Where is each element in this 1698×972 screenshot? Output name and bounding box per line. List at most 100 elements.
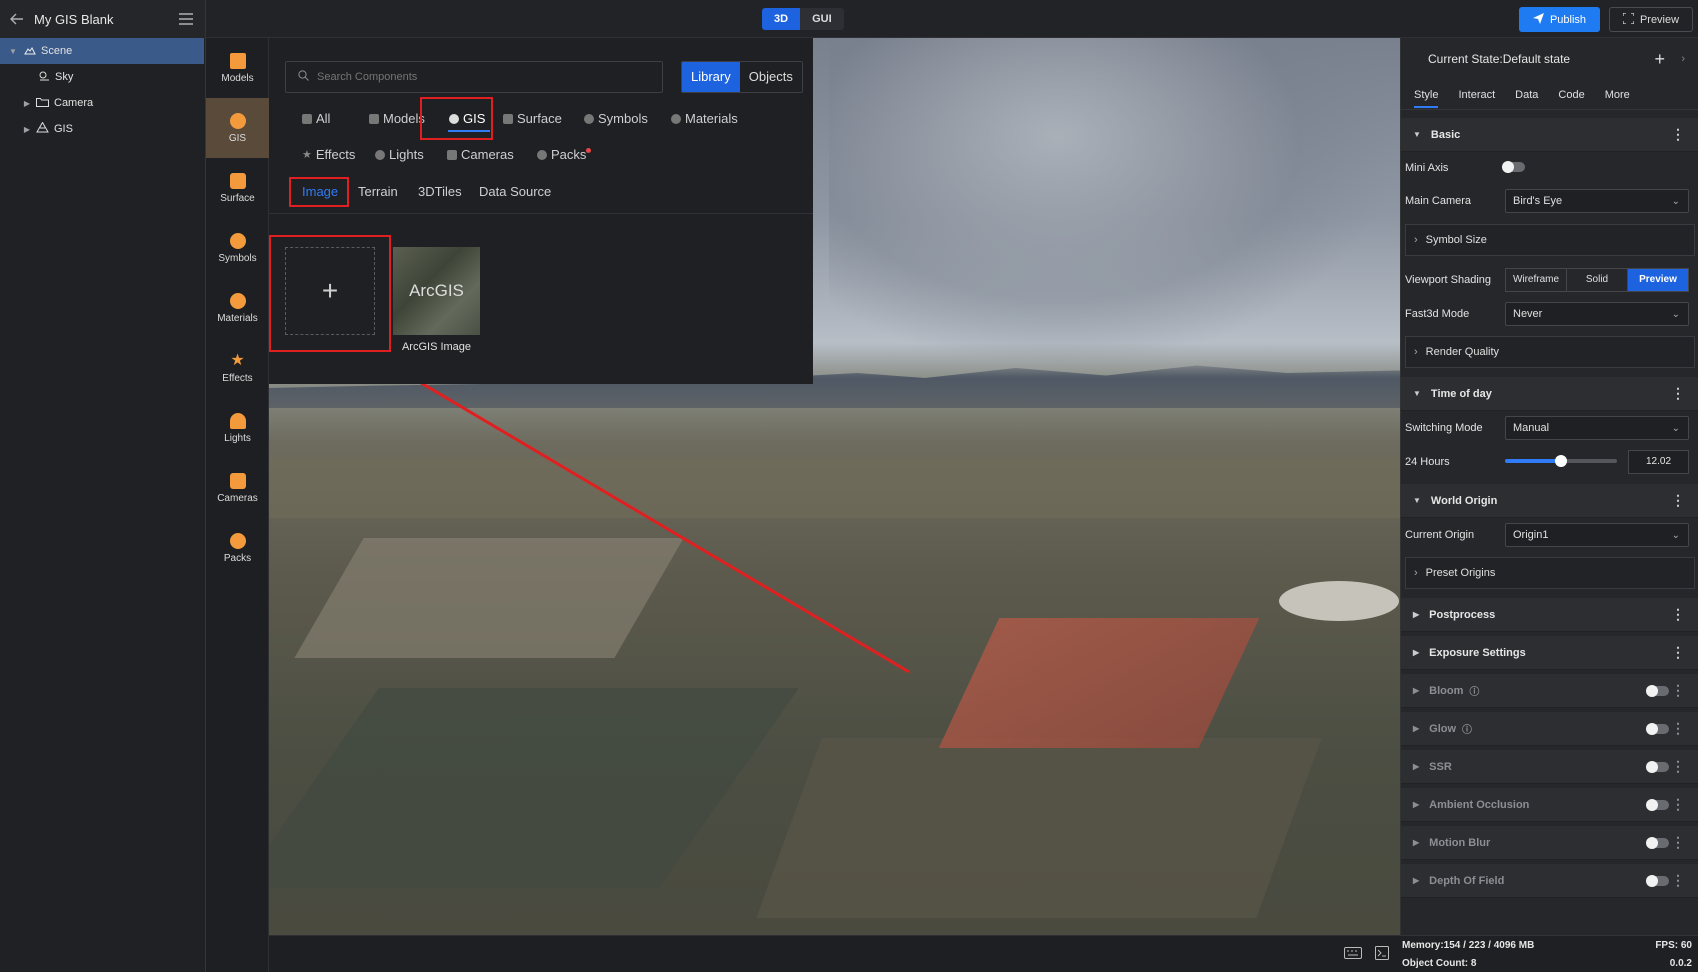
fast3d-select[interactable]: Never ⌄: [1505, 302, 1689, 326]
subtab-terrain[interactable]: Terrain: [358, 184, 398, 199]
ambient-occlusion-toggle[interactable]: [1646, 799, 1669, 811]
motion-blur-toggle[interactable]: [1646, 837, 1669, 849]
hours-slider-thumb[interactable]: [1555, 455, 1567, 467]
section-basic[interactable]: ▼ Basic ⋮: [1401, 118, 1698, 152]
more-vertical-icon[interactable]: ⋮: [1671, 492, 1685, 509]
rail-gis[interactable]: GIS: [206, 98, 269, 158]
category-cameras[interactable]: Cameras: [447, 147, 514, 162]
category-surface[interactable]: Surface: [503, 111, 562, 126]
collapsed-caret-icon[interactable]: ▶: [22, 125, 32, 134]
category-packs[interactable]: Packs: [537, 147, 592, 162]
render-quality-group[interactable]: › Render Quality: [1405, 336, 1695, 368]
preset-origins-group[interactable]: › Preset Origins: [1405, 557, 1695, 589]
chevron-right-icon[interactable]: ›: [1681, 53, 1685, 65]
more-vertical-icon[interactable]: ⋮: [1671, 796, 1685, 813]
section-bloom[interactable]: ▶ Bloom ⓘ ⋮: [1401, 674, 1698, 708]
tree-item-scene[interactable]: ▼ Scene: [0, 38, 204, 64]
section-ssr[interactable]: ▶ SSR ⋮: [1401, 750, 1698, 784]
current-origin-select[interactable]: Origin1 ⌄: [1505, 523, 1689, 547]
more-vertical-icon[interactable]: ⋮: [1671, 834, 1685, 851]
more-vertical-icon[interactable]: ⋮: [1671, 758, 1685, 775]
bloom-toggle[interactable]: [1646, 685, 1669, 697]
search-field[interactable]: [285, 61, 663, 93]
section-postprocess[interactable]: ▶ Postprocess ⋮: [1401, 598, 1698, 632]
rail-lights[interactable]: Lights: [206, 398, 269, 458]
main-camera-select[interactable]: Bird's Eye ⌄: [1505, 189, 1689, 213]
search-input[interactable]: [317, 71, 637, 83]
expanded-caret-icon: ▼: [1413, 496, 1421, 505]
keyboard-icon[interactable]: [1344, 947, 1362, 962]
back-arrow-icon[interactable]: [10, 13, 24, 25]
switching-mode-select[interactable]: Manual ⌄: [1505, 416, 1689, 440]
tab-style[interactable]: Style: [1414, 89, 1439, 108]
project-title: My GIS Blank: [34, 11, 114, 27]
help-icon[interactable]: ⓘ: [1469, 683, 1479, 698]
more-vertical-icon[interactable]: ⋮: [1671, 682, 1685, 699]
terrain-field: [294, 538, 684, 658]
rail-materials[interactable]: Materials: [206, 278, 269, 338]
more-vertical-icon[interactable]: ⋮: [1671, 606, 1685, 623]
shading-wireframe[interactable]: Wireframe: [1506, 269, 1567, 291]
collapsed-caret-icon: ▶: [1413, 724, 1420, 733]
category-lights[interactable]: Lights: [375, 147, 424, 162]
section-motion-blur[interactable]: ▶ Motion Blur ⋮: [1401, 826, 1698, 860]
mini-axis-toggle[interactable]: [1502, 161, 1525, 173]
section-time-of-day[interactable]: ▼ Time of day ⋮: [1401, 377, 1698, 411]
more-vertical-icon[interactable]: ⋮: [1671, 126, 1685, 143]
more-vertical-icon[interactable]: ⋮: [1671, 644, 1685, 661]
add-state-icon[interactable]: +: [1654, 49, 1665, 70]
publish-button[interactable]: Publish: [1519, 7, 1600, 32]
tab-more[interactable]: More: [1605, 89, 1630, 101]
ssr-toggle[interactable]: [1646, 761, 1669, 773]
tab-interact[interactable]: Interact: [1458, 89, 1495, 101]
rail-surface[interactable]: Surface: [206, 158, 269, 218]
rail-models[interactable]: Models: [206, 38, 269, 98]
category-all[interactable]: All: [302, 111, 330, 126]
terminal-icon[interactable]: [1375, 946, 1389, 963]
tree-item-gis[interactable]: ▶ GIS: [0, 116, 204, 142]
symbol-size-group[interactable]: › Symbol Size: [1405, 224, 1695, 256]
collapsed-caret-icon[interactable]: ▶: [22, 99, 32, 108]
help-icon[interactable]: ⓘ: [1462, 721, 1472, 736]
arcgis-image-thumbnail[interactable]: ArcGIS: [393, 247, 480, 335]
rail-symbols[interactable]: Symbols: [206, 218, 269, 278]
category-models[interactable]: Models: [369, 111, 425, 126]
rail-cameras[interactable]: Cameras: [206, 458, 269, 518]
rail-effects[interactable]: ★ Effects: [206, 338, 269, 398]
tab-data[interactable]: Data: [1515, 89, 1538, 101]
tree-item-sky[interactable]: Sky: [0, 64, 204, 90]
glow-toggle[interactable]: [1646, 723, 1669, 735]
section-exposure[interactable]: ▶ Exposure Settings ⋮: [1401, 636, 1698, 670]
subtab-data-source[interactable]: Data Source: [479, 184, 551, 199]
more-vertical-icon[interactable]: ⋮: [1671, 385, 1685, 402]
state-row: Current State:Default state + ›: [1401, 38, 1698, 80]
depth-of-field-toggle[interactable]: [1646, 875, 1669, 887]
packs-icon: [229, 532, 246, 549]
tab-code[interactable]: Code: [1558, 89, 1584, 101]
tree-item-camera[interactable]: ▶ Camera: [0, 90, 204, 116]
select-value: Never: [1513, 308, 1543, 320]
section-depth-of-field[interactable]: ▶ Depth Of Field ⋮: [1401, 864, 1698, 898]
category-symbols[interactable]: Symbols: [584, 111, 648, 126]
mode-3d-tab[interactable]: 3D: [762, 8, 801, 30]
shading-preview[interactable]: Preview: [1628, 269, 1688, 291]
rail-packs[interactable]: Packs: [206, 518, 269, 578]
subtab-3dtiles[interactable]: 3DTiles: [418, 184, 462, 199]
expand-caret-icon[interactable]: ▼: [8, 47, 18, 56]
library-tab[interactable]: Library: [682, 62, 740, 92]
section-world-origin[interactable]: ▼ World Origin ⋮: [1401, 484, 1698, 518]
section-glow[interactable]: ▶ Glow ⓘ ⋮: [1401, 712, 1698, 746]
hours-slider-fill: [1505, 459, 1561, 463]
preview-button[interactable]: Preview: [1609, 7, 1693, 32]
menu-icon[interactable]: [179, 13, 193, 25]
section-ambient-occlusion[interactable]: ▶ Ambient Occlusion ⋮: [1401, 788, 1698, 822]
more-vertical-icon[interactable]: ⋮: [1671, 872, 1685, 889]
objects-tab[interactable]: Objects: [740, 62, 802, 92]
hours-slider-track[interactable]: [1505, 455, 1617, 467]
more-vertical-icon[interactable]: ⋮: [1671, 720, 1685, 737]
hours-value-input[interactable]: 12.02: [1628, 450, 1689, 474]
category-materials[interactable]: Materials: [671, 111, 738, 126]
category-effects[interactable]: ★ Effects: [302, 147, 355, 162]
shading-solid[interactable]: Solid: [1567, 269, 1628, 291]
mode-gui-tab[interactable]: GUI: [800, 8, 844, 30]
